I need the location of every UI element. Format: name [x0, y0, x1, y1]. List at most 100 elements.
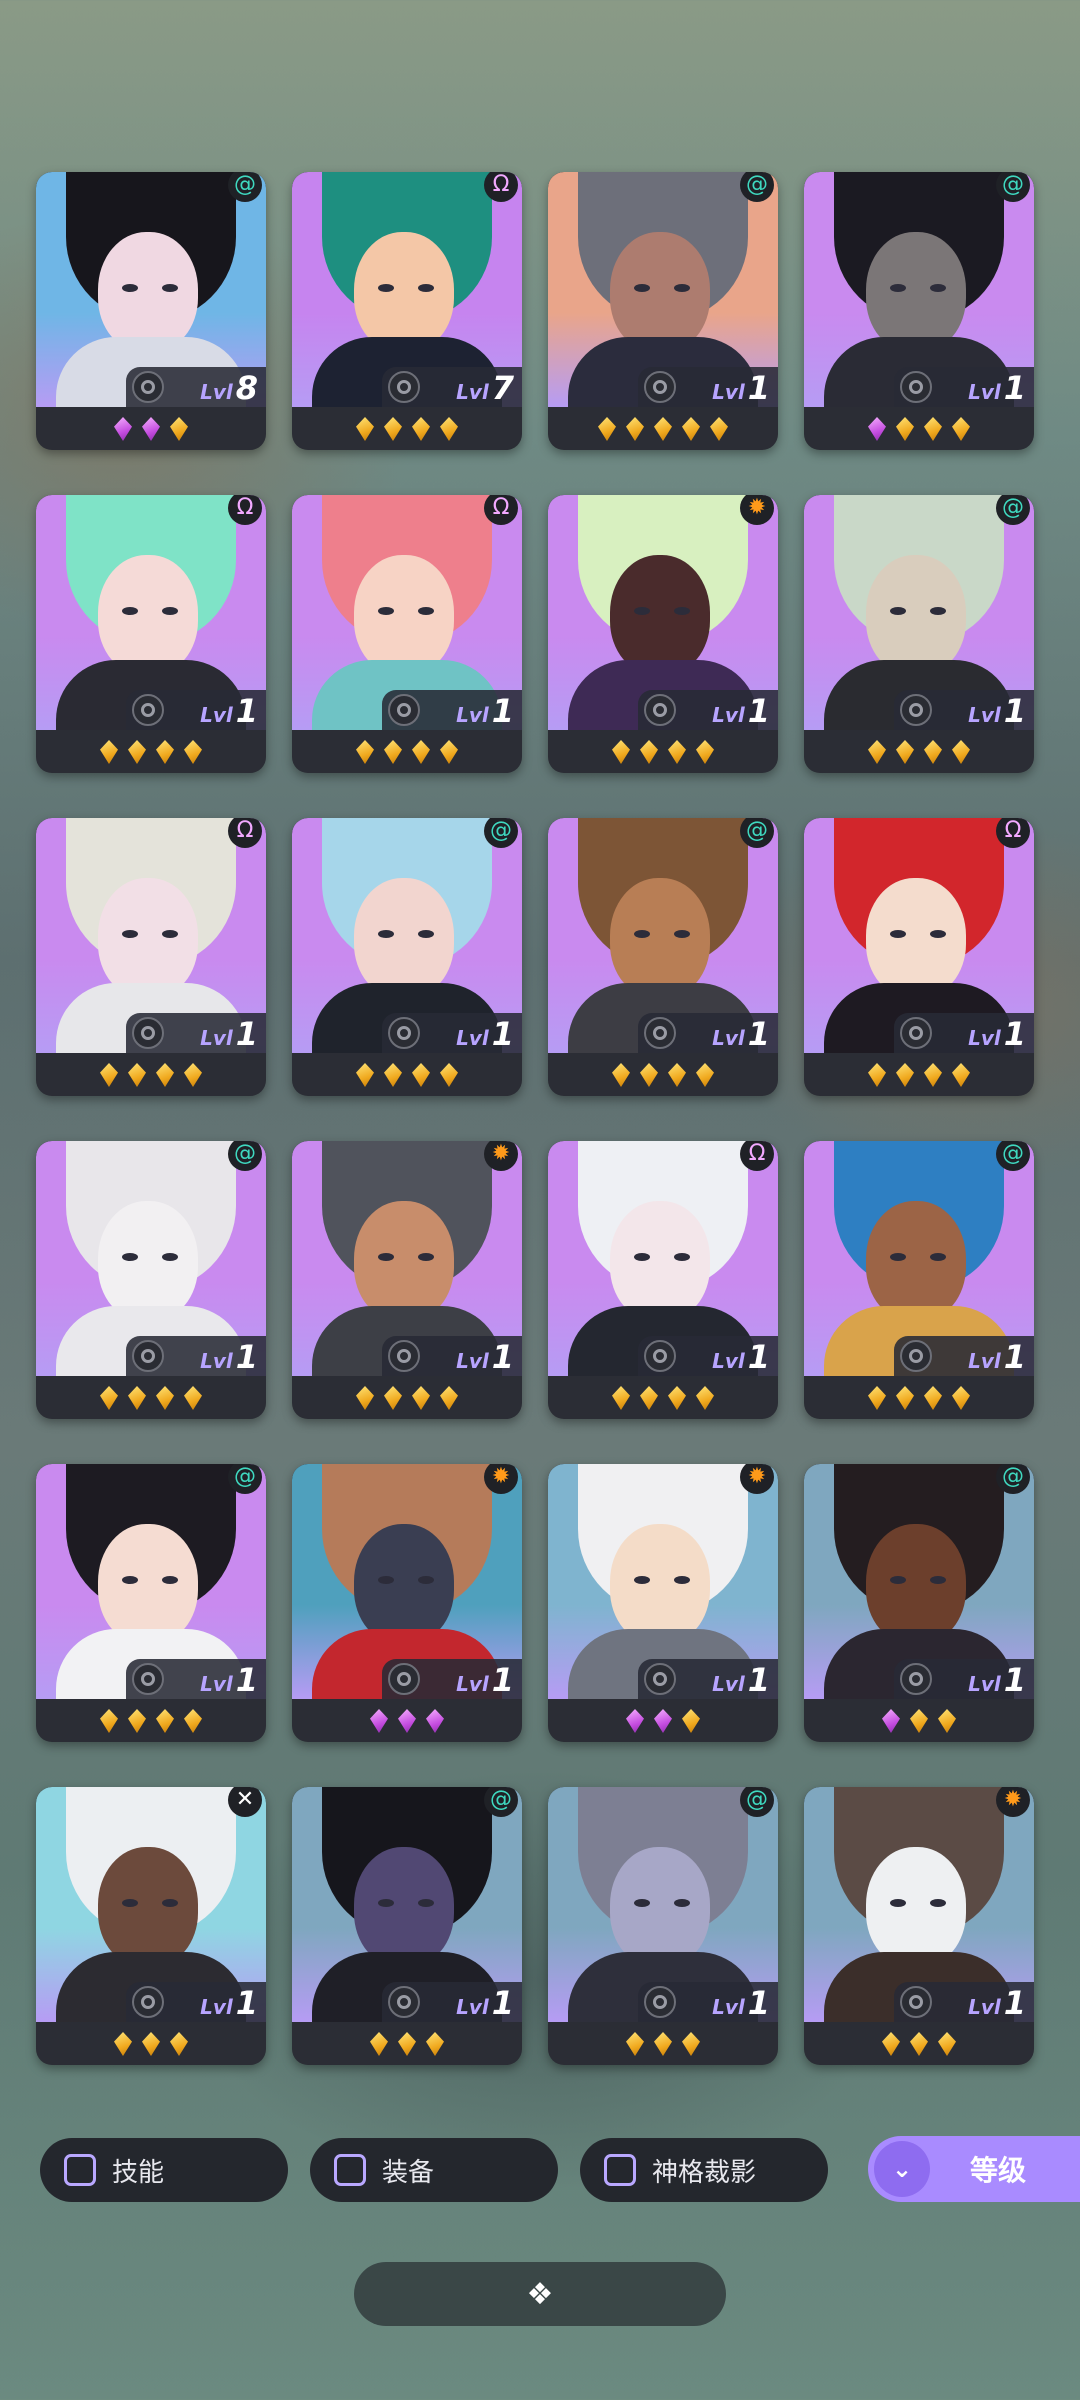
sort-by-level-button[interactable]: ⌄ 等级	[868, 2136, 1080, 2202]
hero-grid: @ Lvl8 Ω Lvl7 @ Lvl1 @ Lvl1 Ω Lvl1 Ω Lvl1 ✹ Lvl1 @ Lvl1…	[36, 172, 1036, 2065]
hero-card[interactable]: Ω Lvl1	[292, 495, 522, 773]
hero-card[interactable]: ✹ Lvl1	[548, 1464, 778, 1742]
equipment-slot-icon	[644, 1663, 676, 1695]
hero-card[interactable]: @ Lvl8	[36, 172, 266, 450]
level-text: Lvl1	[968, 1338, 1026, 1376]
gold-star-icon	[412, 740, 430, 764]
portrait-eye	[162, 930, 178, 938]
level-text: Lvl1	[200, 1984, 258, 2022]
gold-star-icon	[924, 1063, 942, 1087]
gold-star-icon	[384, 740, 402, 764]
portrait-face	[866, 1201, 966, 1321]
gold-star-icon	[910, 2032, 928, 2056]
star-rating	[548, 1060, 778, 1090]
gold-star-icon	[356, 1386, 374, 1410]
portrait-eye	[890, 284, 906, 292]
star-rating	[36, 2029, 266, 2059]
gold-star-icon	[440, 1063, 458, 1087]
faction-cross-icon: ✕	[228, 1787, 262, 1817]
gold-star-icon	[384, 1386, 402, 1410]
level-value: 1	[491, 692, 514, 730]
hero-card[interactable]: ✹ Lvl1	[548, 495, 778, 773]
portrait-eye	[418, 607, 434, 615]
level-label: Lvl	[712, 703, 745, 727]
hero-card[interactable]: @ Lvl1	[804, 172, 1034, 450]
gold-star-icon	[598, 417, 616, 441]
hero-card[interactable]: @ Lvl1	[548, 172, 778, 450]
hero-card[interactable]: @ Lvl1	[292, 818, 522, 1096]
level-bar: Lvl1	[126, 1336, 266, 1376]
level-value: 1	[1003, 1015, 1026, 1053]
faction-swirl-icon: @	[740, 818, 774, 848]
hero-card[interactable]: @ Lvl1	[804, 1141, 1034, 1419]
level-label: Lvl	[200, 380, 233, 404]
hero-card[interactable]: @ Lvl1	[804, 1464, 1034, 1742]
star-rating	[548, 414, 778, 444]
gold-star-icon	[412, 1386, 430, 1410]
gold-star-icon	[156, 1709, 174, 1733]
portrait-face	[354, 1847, 454, 1967]
filter-skill-toggle[interactable]: 技能	[40, 2138, 288, 2202]
level-label: Lvl	[456, 1995, 489, 2019]
gold-star-icon	[910, 1709, 928, 1733]
gold-star-icon	[952, 1386, 970, 1410]
hero-card[interactable]: @ Lvl1	[548, 1787, 778, 2065]
faction-swirl-icon: @	[996, 172, 1030, 202]
hero-card[interactable]: ✹ Lvl1	[292, 1141, 522, 1419]
filter-equipment-label: 装备	[382, 2157, 435, 2188]
portrait-eye	[418, 1253, 434, 1261]
hero-portrait: ✹ Lvl1	[292, 1464, 522, 1699]
level-text: Lvl1	[968, 1661, 1026, 1699]
equipment-slot-icon	[900, 694, 932, 726]
level-text: Lvl8	[200, 369, 258, 407]
gold-star-icon	[384, 1063, 402, 1087]
hero-card[interactable]: @ Lvl1	[36, 1464, 266, 1742]
gold-star-icon	[100, 740, 118, 764]
hero-card[interactable]: Ω Lvl1	[804, 818, 1034, 1096]
gold-star-icon	[100, 1386, 118, 1410]
gold-star-icon	[868, 740, 886, 764]
hero-card[interactable]: Ω Lvl1	[36, 818, 266, 1096]
portrait-face	[866, 555, 966, 675]
faction-swirl-icon: @	[228, 1464, 262, 1494]
level-value: 1	[1003, 369, 1026, 407]
hero-card[interactable]: @ Lvl1	[292, 1787, 522, 2065]
portrait-face	[98, 1524, 198, 1644]
hero-card[interactable]: @ Lvl1	[548, 818, 778, 1096]
filter-divine-toggle[interactable]: 神格裁影	[580, 2138, 828, 2202]
equipment-slot-icon	[644, 1340, 676, 1372]
level-label: Lvl	[712, 1349, 745, 1373]
level-value: 1	[747, 369, 770, 407]
level-bar: Lvl1	[638, 1336, 778, 1376]
star-rating	[36, 1383, 266, 1413]
hero-card[interactable]: @ Lvl1	[36, 1141, 266, 1419]
level-value: 1	[1003, 1338, 1026, 1376]
filter-equipment-toggle[interactable]: 装备	[310, 2138, 558, 2202]
hero-card[interactable]: @ Lvl1	[804, 495, 1034, 773]
gold-star-icon	[896, 1063, 914, 1087]
purple-star-icon	[868, 417, 886, 441]
collapse-handle-button[interactable]: ❖	[354, 2262, 726, 2326]
level-label: Lvl	[968, 1995, 1001, 2019]
star-rating	[36, 414, 266, 444]
hero-card[interactable]: Ω Lvl7	[292, 172, 522, 450]
hero-card[interactable]: ✕ Lvl1	[36, 1787, 266, 2065]
hero-card[interactable]: ✹ Lvl1	[292, 1464, 522, 1742]
portrait-face	[610, 878, 710, 998]
hero-card[interactable]: ✹ Lvl1	[804, 1787, 1034, 2065]
level-label: Lvl	[200, 1349, 233, 1373]
level-text: Lvl1	[712, 1015, 770, 1053]
hero-card[interactable]: Ω Lvl1	[36, 495, 266, 773]
portrait-eye	[674, 1253, 690, 1261]
level-text: Lvl1	[968, 369, 1026, 407]
hero-portrait: ✹ Lvl1	[292, 1141, 522, 1376]
level-value: 1	[1003, 1984, 1026, 2022]
star-rating	[548, 1706, 778, 1736]
level-label: Lvl	[456, 1672, 489, 1696]
level-bar: Lvl1	[126, 690, 266, 730]
portrait-eye	[378, 1253, 394, 1261]
portrait-eye	[634, 607, 650, 615]
hero-card[interactable]: Ω Lvl1	[548, 1141, 778, 1419]
level-label: Lvl	[968, 1349, 1001, 1373]
equipment-slot-icon	[900, 1017, 932, 1049]
